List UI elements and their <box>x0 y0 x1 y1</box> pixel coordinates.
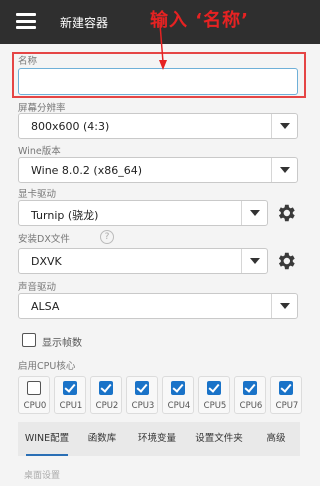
tab-libraries[interactable]: 函数库 <box>76 422 128 456</box>
cpu-core-checkbox[interactable] <box>99 381 113 395</box>
wine-version-select[interactable]: Wine 8.0.2 (x86_64) <box>18 157 298 183</box>
cpu-core-checkbox[interactable] <box>279 381 293 395</box>
chevron-down-icon <box>241 201 267 225</box>
audio-driver-select[interactable]: ALSA <box>18 293 298 319</box>
chevron-down-icon <box>241 249 267 273</box>
cpu-core-label: CPU0 <box>23 401 47 411</box>
settings-tabs: WINE配置 函数库 环境变量 设置文件夹 高级 <box>18 422 300 456</box>
cpu-core-item[interactable]: CPU6 <box>234 376 266 414</box>
gpu-driver-select[interactable]: Turnip (骁龙) <box>18 200 268 226</box>
audio-driver-value: ALSA <box>31 300 60 313</box>
cpu-core-item[interactable]: CPU0 <box>18 376 50 414</box>
cpu-core-label: CPU2 <box>95 401 119 411</box>
dx-files-select[interactable]: DXVK <box>18 248 268 274</box>
cpu-core-checkbox[interactable] <box>63 381 77 395</box>
cpu-core-checkbox[interactable] <box>171 381 185 395</box>
tab-folders[interactable]: 设置文件夹 <box>186 422 252 456</box>
chevron-down-icon <box>271 158 297 182</box>
tab-advanced[interactable]: 高级 <box>252 422 300 456</box>
gear-icon[interactable] <box>275 202 297 224</box>
page-title: 新建容器 <box>60 16 109 30</box>
chevron-down-icon <box>271 114 297 138</box>
cpu-core-label: CPU1 <box>59 401 83 411</box>
cpu-core-item[interactable]: CPU7 <box>270 376 302 414</box>
cpu-core-label: CPU5 <box>203 401 227 411</box>
gpu-driver-value: Turnip (骁龙) <box>31 209 99 222</box>
cpu-core-item[interactable]: CPU2 <box>90 376 122 414</box>
cpu-core-item[interactable]: CPU1 <box>54 376 86 414</box>
resolution-select[interactable]: 800x600 (4:3) <box>18 113 298 139</box>
show-fps-checkbox[interactable] <box>22 333 36 347</box>
name-input[interactable] <box>18 68 298 95</box>
cpu-core-checkbox[interactable] <box>27 381 41 395</box>
desktop-settings-label: 桌面设置 <box>24 471 61 481</box>
cpu-core-checkbox[interactable] <box>135 381 149 395</box>
chevron-down-icon <box>271 294 297 318</box>
tab-env-vars[interactable]: 环境变量 <box>128 422 186 456</box>
resolution-value: 800x600 (4:3) <box>31 120 110 133</box>
gear-icon[interactable] <box>275 250 297 272</box>
cpu-core-label: CPU4 <box>167 401 191 411</box>
cpu-core-item[interactable]: CPU4 <box>162 376 194 414</box>
audio-driver-label: 声音驱动 <box>18 282 57 293</box>
wine-version-value: Wine 8.0.2 (x86_64) <box>31 164 142 177</box>
dx-files-label: 安装DX文件 <box>18 234 70 245</box>
wine-version-label: Wine版本 <box>18 146 61 157</box>
cpu-core-label: CPU7 <box>275 401 299 411</box>
cpu-core-item[interactable]: CPU3 <box>126 376 158 414</box>
hamburger-menu-icon[interactable] <box>16 13 36 29</box>
show-fps-label: 显示帧数 <box>42 338 82 349</box>
cpu-core-checkbox[interactable] <box>207 381 221 395</box>
dx-files-value: DXVK <box>31 255 62 268</box>
help-icon[interactable]: ? <box>100 230 114 244</box>
tab-wine-config[interactable]: WINE配置 <box>18 422 76 456</box>
cpu-core-checkbox[interactable] <box>243 381 257 395</box>
gpu-driver-label: 显卡驱动 <box>18 189 57 200</box>
cpu-cores-label: 启用CPU核心 <box>18 361 76 372</box>
cpu-core-item[interactable]: CPU5 <box>198 376 230 414</box>
cpu-core-label: CPU3 <box>131 401 155 411</box>
cpu-core-label: CPU6 <box>239 401 263 411</box>
annotation-text: 输入 ‘名称’ <box>150 10 249 31</box>
resolution-label: 屏幕分辨率 <box>18 103 66 114</box>
